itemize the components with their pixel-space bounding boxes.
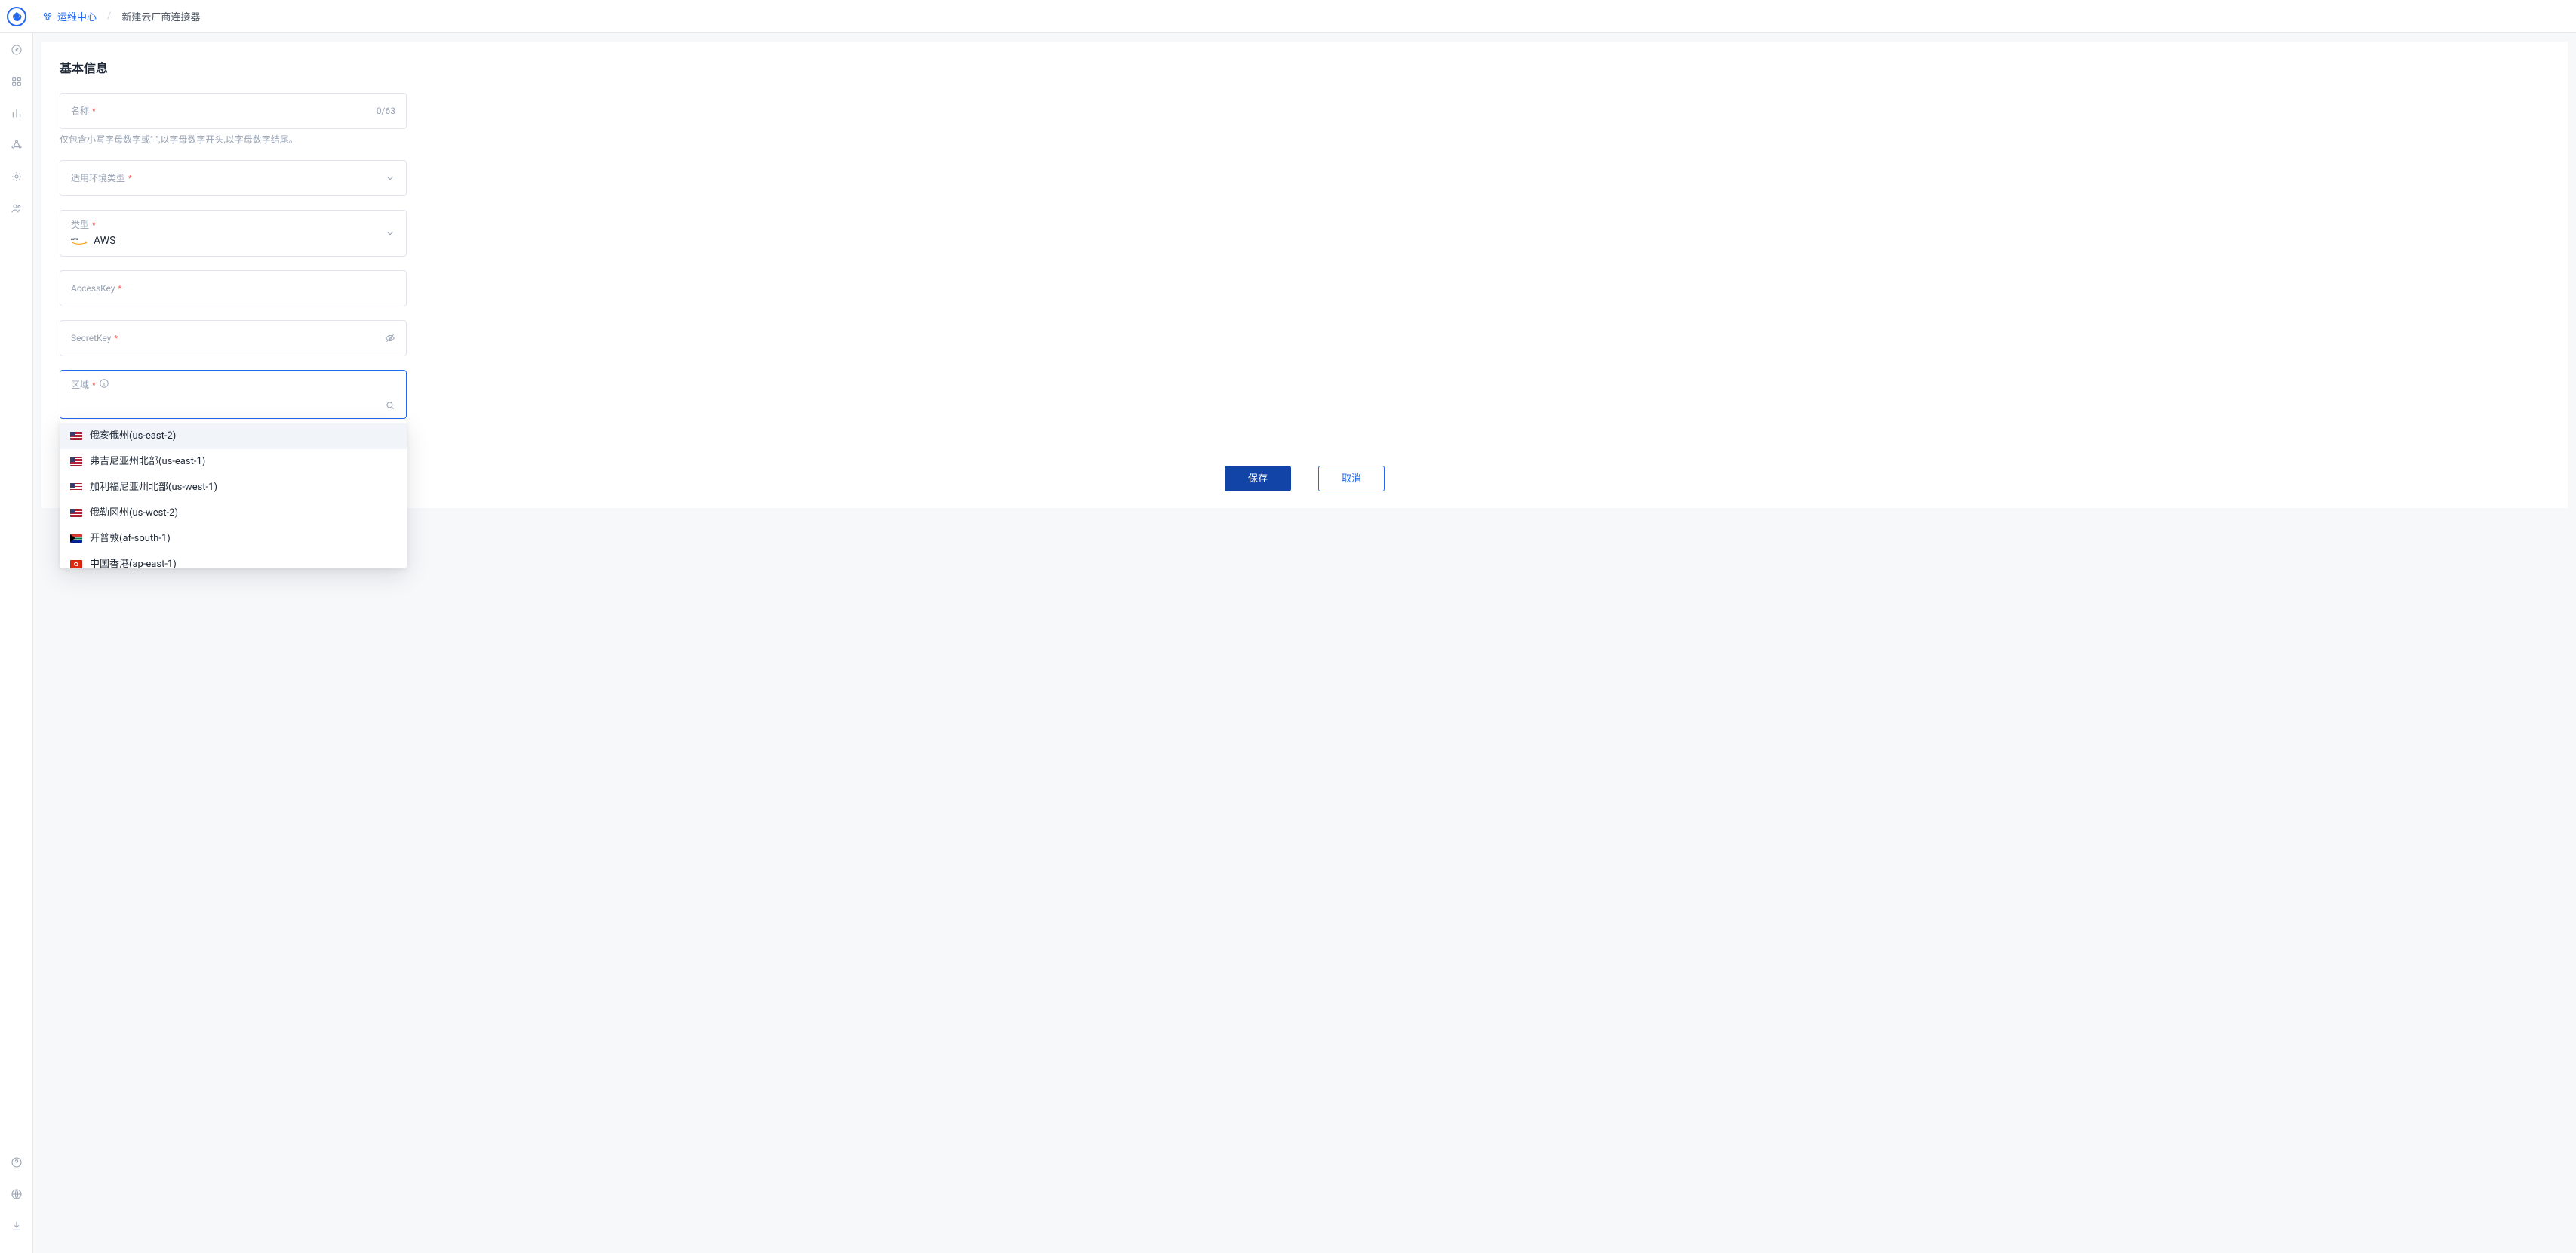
region-option[interactable]: 俄勒冈州(us-west-2) (60, 500, 407, 526)
sidebar-item-users[interactable] (0, 202, 32, 214)
region-option-label: 俄勒冈州(us-west-2) (90, 506, 178, 520)
region-option[interactable]: 弗吉尼亚州北部(us-east-1) (60, 449, 407, 475)
sidebar-item-dashboard[interactable] (0, 44, 32, 56)
info-icon[interactable] (99, 378, 109, 393)
hexagon-cluster-icon (42, 11, 53, 22)
region-option-label: 中国香港(ap-east-1) (90, 558, 177, 568)
chevron-down-icon (385, 173, 395, 183)
main-area: 基本信息 名称 * 0/63 仅包含小写字母数字或"-",以字母数字开头,以字母… (33, 33, 2576, 1253)
type-value: AWS (94, 233, 115, 248)
region-label: 区域 (71, 378, 89, 392)
form-card: 基本信息 名称 * 0/63 仅包含小写字母数字或"-",以字母数字开头,以字母… (41, 42, 2568, 508)
region-option-label: 加利福尼亚州北部(us-west-1) (90, 481, 217, 494)
name-input[interactable]: 名称 * 0/63 (60, 93, 407, 129)
region-option-label: 开普敦(af-south-1) (90, 532, 171, 546)
form-column: 名称 * 0/63 仅包含小写字母数字或"-",以字母数字开头,以字母数字结尾。… (60, 93, 407, 419)
left-sidebar (0, 33, 33, 1253)
sidebar-item-globe[interactable] (0, 1188, 32, 1200)
region-option[interactable]: 中国香港(ap-east-1) (60, 552, 407, 568)
breadcrumb-current: 新建云厂商连接器 (121, 9, 200, 23)
flag-icon (70, 483, 82, 491)
access-key-input[interactable]: AccessKey * (60, 270, 407, 306)
breadcrumb-root-label: 运维中心 (57, 9, 97, 23)
required-asterisk: * (92, 381, 96, 389)
flag-icon (70, 509, 82, 517)
type-label: 类型 (71, 218, 89, 232)
breadcrumb-separator: / (107, 11, 111, 22)
region-field-wrap: 区域 * 俄亥俄州(us-east-2)弗吉尼亚州北 (60, 370, 407, 419)
flag-icon (70, 560, 82, 568)
access-key-label: AccessKey (71, 282, 115, 295)
region-select[interactable]: 区域 * (60, 370, 407, 419)
card-title: 基本信息 (60, 58, 2550, 76)
app-logo-icon[interactable] (7, 7, 26, 26)
region-option[interactable]: 开普敦(af-south-1) (60, 526, 407, 552)
save-button[interactable]: 保存 (1225, 466, 1291, 491)
sidebar-item-help[interactable] (0, 1156, 32, 1168)
flag-icon (70, 432, 82, 440)
env-type-select[interactable]: 适用环境类型 * (60, 160, 407, 196)
breadcrumb-root[interactable]: 运维中心 (42, 9, 97, 23)
env-type-label: 适用环境类型 (71, 171, 125, 185)
sidebar-item-apps[interactable] (0, 75, 32, 88)
sidebar-item-download[interactable] (0, 1220, 32, 1232)
flag-icon (70, 457, 82, 466)
name-counter: 0/63 (377, 106, 395, 116)
required-asterisk: * (114, 334, 118, 343)
eye-off-icon[interactable] (385, 333, 395, 343)
region-option-label: 俄亥俄州(us-east-2) (90, 429, 176, 443)
name-field-wrap: 名称 * 0/63 仅包含小写字母数字或"-",以字母数字开头,以字母数字结尾。 (60, 93, 407, 146)
chevron-down-icon (385, 228, 395, 239)
type-select[interactable]: 类型 * aws AWS (60, 210, 407, 257)
breadcrumb: 运维中心 / 新建云厂商连接器 (42, 9, 200, 23)
secret-key-label: SecretKey (71, 331, 111, 345)
top-header: 运维中心 / 新建云厂商连接器 (0, 0, 2576, 33)
required-asterisk: * (92, 107, 96, 115)
region-dropdown-menu[interactable]: 俄亥俄州(us-east-2) 弗吉尼亚州北部(us-east-1) 加利福尼亚州北… (60, 420, 407, 568)
svg-text:aws: aws (71, 238, 78, 242)
aws-logo-icon: aws (71, 236, 88, 246)
region-option[interactable]: 俄亥俄州(us-east-2) (60, 423, 407, 449)
flag-icon (70, 534, 82, 543)
search-icon (385, 400, 395, 411)
required-asterisk: * (92, 221, 96, 229)
cancel-button[interactable]: 取消 (1318, 466, 1385, 491)
name-label: 名称 (71, 104, 89, 118)
secret-key-input[interactable]: SecretKey * (60, 320, 407, 356)
required-asterisk: * (118, 285, 121, 293)
required-asterisk: * (128, 174, 132, 183)
sidebar-item-chart[interactable] (0, 107, 32, 119)
body-wrap: 基本信息 名称 * 0/63 仅包含小写字母数字或"-",以字母数字开头,以字母… (0, 33, 2576, 1253)
name-hint: 仅包含小写字母数字或"-",以字母数字开头,以字母数字结尾。 (60, 134, 407, 146)
sidebar-item-integrations[interactable] (0, 139, 32, 151)
sidebar-item-settings[interactable] (0, 171, 32, 183)
region-option[interactable]: 加利福尼亚州北部(us-west-1) (60, 475, 407, 500)
region-option-label: 弗吉尼亚州北部(us-east-1) (90, 455, 205, 469)
form-actions: 保存 取消 (60, 466, 2550, 491)
logo-container (0, 0, 33, 32)
